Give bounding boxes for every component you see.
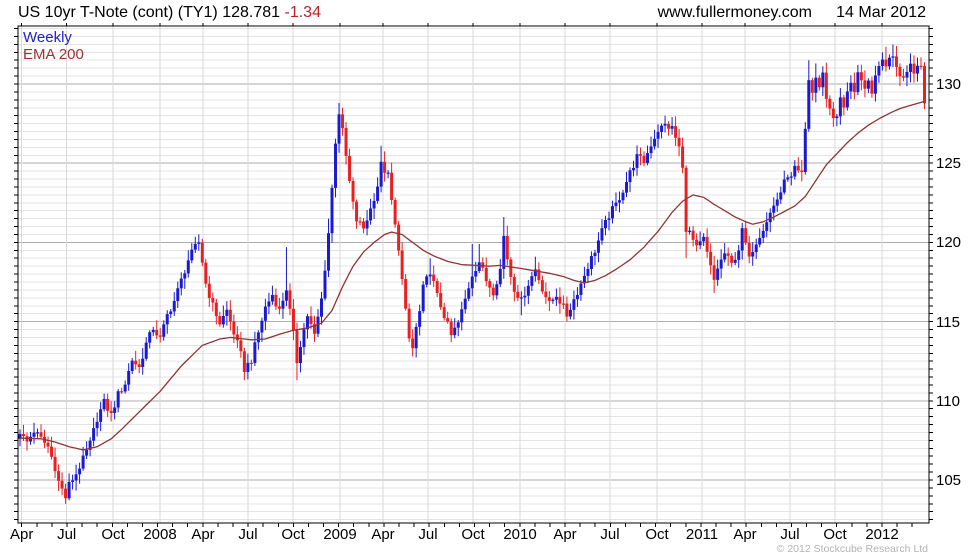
x-axis-label: Apr [191, 526, 215, 543]
x-axis-label: Oct [461, 526, 485, 543]
y-axis-label: 130 [936, 76, 962, 93]
x-axis-label: Jul [780, 526, 800, 543]
x-axis-label: Jul [418, 526, 438, 543]
x-axis-label: 2011 [685, 526, 719, 543]
y-axis-label: 125 [936, 155, 962, 173]
x-axis-label: Apr [10, 526, 34, 543]
legend-ema-200: EMA 200 [23, 46, 84, 63]
x-axis-label: 2008 [143, 526, 177, 543]
x-axis-label: Oct [101, 526, 125, 543]
legend-series-weekly: Weekly [23, 29, 72, 46]
x-axis-label: 2012 [865, 526, 899, 543]
x-axis-label: 2009 [323, 526, 357, 543]
x-axis-label: Jul [238, 526, 258, 543]
x-axis-label: Oct [823, 526, 847, 543]
y-axis-label: 115 [936, 313, 960, 331]
y-axis-label: 105 [936, 472, 962, 489]
x-axis-label: Apr [553, 526, 577, 543]
x-axis-label: Apr [371, 526, 395, 543]
x-axis-label: Oct [281, 526, 305, 543]
x-axis-label: Apr [733, 526, 757, 543]
x-axis-label: Jul [57, 526, 77, 543]
copyright-label: © 2012 Stockcube Research Ltd [776, 543, 928, 555]
chart-window: US 10yr T-Note (cont) (TY1) 128.781 -1.3… [0, 0, 980, 560]
x-axis-label: Jul [600, 526, 620, 543]
x-axis-label: Oct [645, 526, 669, 543]
y-axis-label: 120 [936, 234, 962, 252]
x-axis-label: 2010 [503, 526, 537, 543]
y-axis-label: 110 [936, 392, 960, 410]
price-chart-plot [14, 23, 933, 527]
